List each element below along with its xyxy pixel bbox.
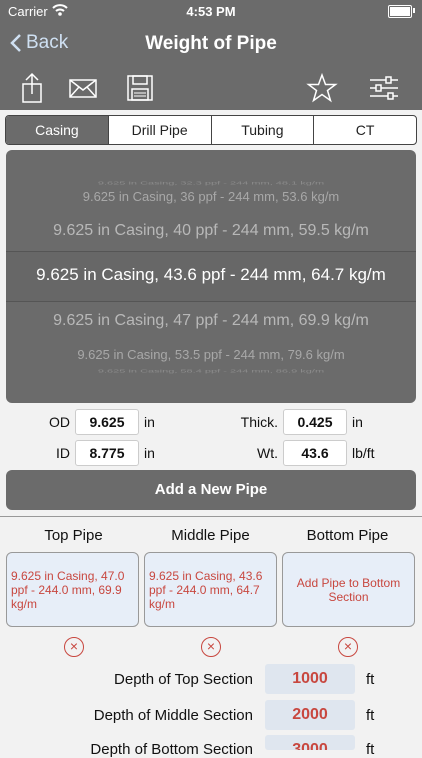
star-icon[interactable] xyxy=(306,72,338,104)
status-bar: Carrier 4:53 PM xyxy=(0,0,422,22)
od-unit: in xyxy=(144,414,155,430)
wt-field[interactable]: 43.6 xyxy=(283,440,347,466)
top-pipe-card[interactable]: 9.625 in Casing, 47.0 ppf - 244.0 mm, 69… xyxy=(6,552,139,627)
depth-bottom-field[interactable]: 3000 xyxy=(265,735,355,750)
tab-tubing[interactable]: Tubing xyxy=(210,116,314,144)
pipe-type-tabs: Casing Drill Pipe Tubing CT xyxy=(5,115,417,145)
remove-middle-pipe-icon[interactable]: × xyxy=(201,637,221,657)
depth-middle-field[interactable]: 2000 xyxy=(265,700,355,730)
wt-label: Wt. xyxy=(257,445,278,461)
depth-top-unit: ft xyxy=(366,671,375,688)
remove-bottom-pipe-icon[interactable]: × xyxy=(338,637,358,657)
picker-item[interactable]: 9.625 in Casing, 53.5 ppf - 244 mm, 79.6… xyxy=(6,347,416,362)
picker-item[interactable]: 9.625 in Casing, 36 ppf - 244 mm, 53.6 k… xyxy=(6,189,416,204)
divider xyxy=(0,516,422,517)
tab-ct[interactable]: CT xyxy=(313,116,416,144)
save-icon[interactable] xyxy=(124,72,156,104)
nav-bar: Back Weight of Pipe xyxy=(0,22,422,66)
depth-top-label: Depth of Top Section xyxy=(114,671,253,688)
top-pipe-heading: Top Pipe xyxy=(44,527,103,544)
id-field[interactable]: 8.775 xyxy=(75,440,139,466)
mail-icon[interactable] xyxy=(67,72,99,104)
share-icon[interactable] xyxy=(16,72,48,104)
od-label: OD xyxy=(49,414,70,430)
thick-unit: in xyxy=(352,414,363,430)
page-title: Weight of Pipe xyxy=(145,33,277,54)
status-time: 4:53 PM xyxy=(186,4,236,19)
pipe-picker[interactable]: 9.625 in Casing, 32.3 ppf - 244 mm, 48.1… xyxy=(6,150,416,403)
thick-label: Thick. xyxy=(240,414,278,430)
bottom-pipe-card[interactable]: Add Pipe to Bottom Section xyxy=(282,552,415,627)
id-label: ID xyxy=(56,445,70,461)
tab-drill-pipe[interactable]: Drill Pipe xyxy=(107,116,211,144)
battery-icon xyxy=(388,5,412,18)
picker-item[interactable]: 9.625 in Casing, 40 ppf - 244 mm, 59.5 k… xyxy=(6,222,416,240)
depth-middle-unit: ft xyxy=(366,707,375,724)
bottom-pipe-heading: Bottom Pipe xyxy=(306,527,389,544)
add-new-pipe-button[interactable]: Add a New Pipe xyxy=(6,470,416,510)
depth-top-field[interactable]: 1000 xyxy=(265,664,355,694)
middle-pipe-heading: Middle Pipe xyxy=(171,527,250,544)
middle-pipe-card[interactable]: 9.625 in Casing, 43.6 ppf - 244.0 mm, 64… xyxy=(144,552,277,627)
picker-item[interactable]: 9.625 in Casing, 32.3 ppf - 244 mm, 48.1… xyxy=(6,180,416,185)
remove-top-pipe-icon[interactable]: × xyxy=(64,637,84,657)
od-field[interactable]: 9.625 xyxy=(75,409,139,435)
tab-casing[interactable]: Casing xyxy=(6,116,108,144)
picker-item[interactable]: 9.625 in Casing, 47 ppf - 244 mm, 69.9 k… xyxy=(6,312,416,330)
settings-icon[interactable] xyxy=(368,72,400,104)
depth-middle-label: Depth of Middle Section xyxy=(93,707,253,724)
id-unit: in xyxy=(144,445,155,461)
thick-field[interactable]: 0.425 xyxy=(283,409,347,435)
picker-item-selected[interactable]: 9.625 in Casing, 43.6 ppf - 244 mm, 64.7… xyxy=(6,265,416,285)
wt-unit: lb/ft xyxy=(352,445,375,461)
picker-item[interactable]: 9.625 in Casing, 58.4 ppf - 244 mm, 86.9… xyxy=(6,368,416,373)
toolbar xyxy=(0,66,422,110)
